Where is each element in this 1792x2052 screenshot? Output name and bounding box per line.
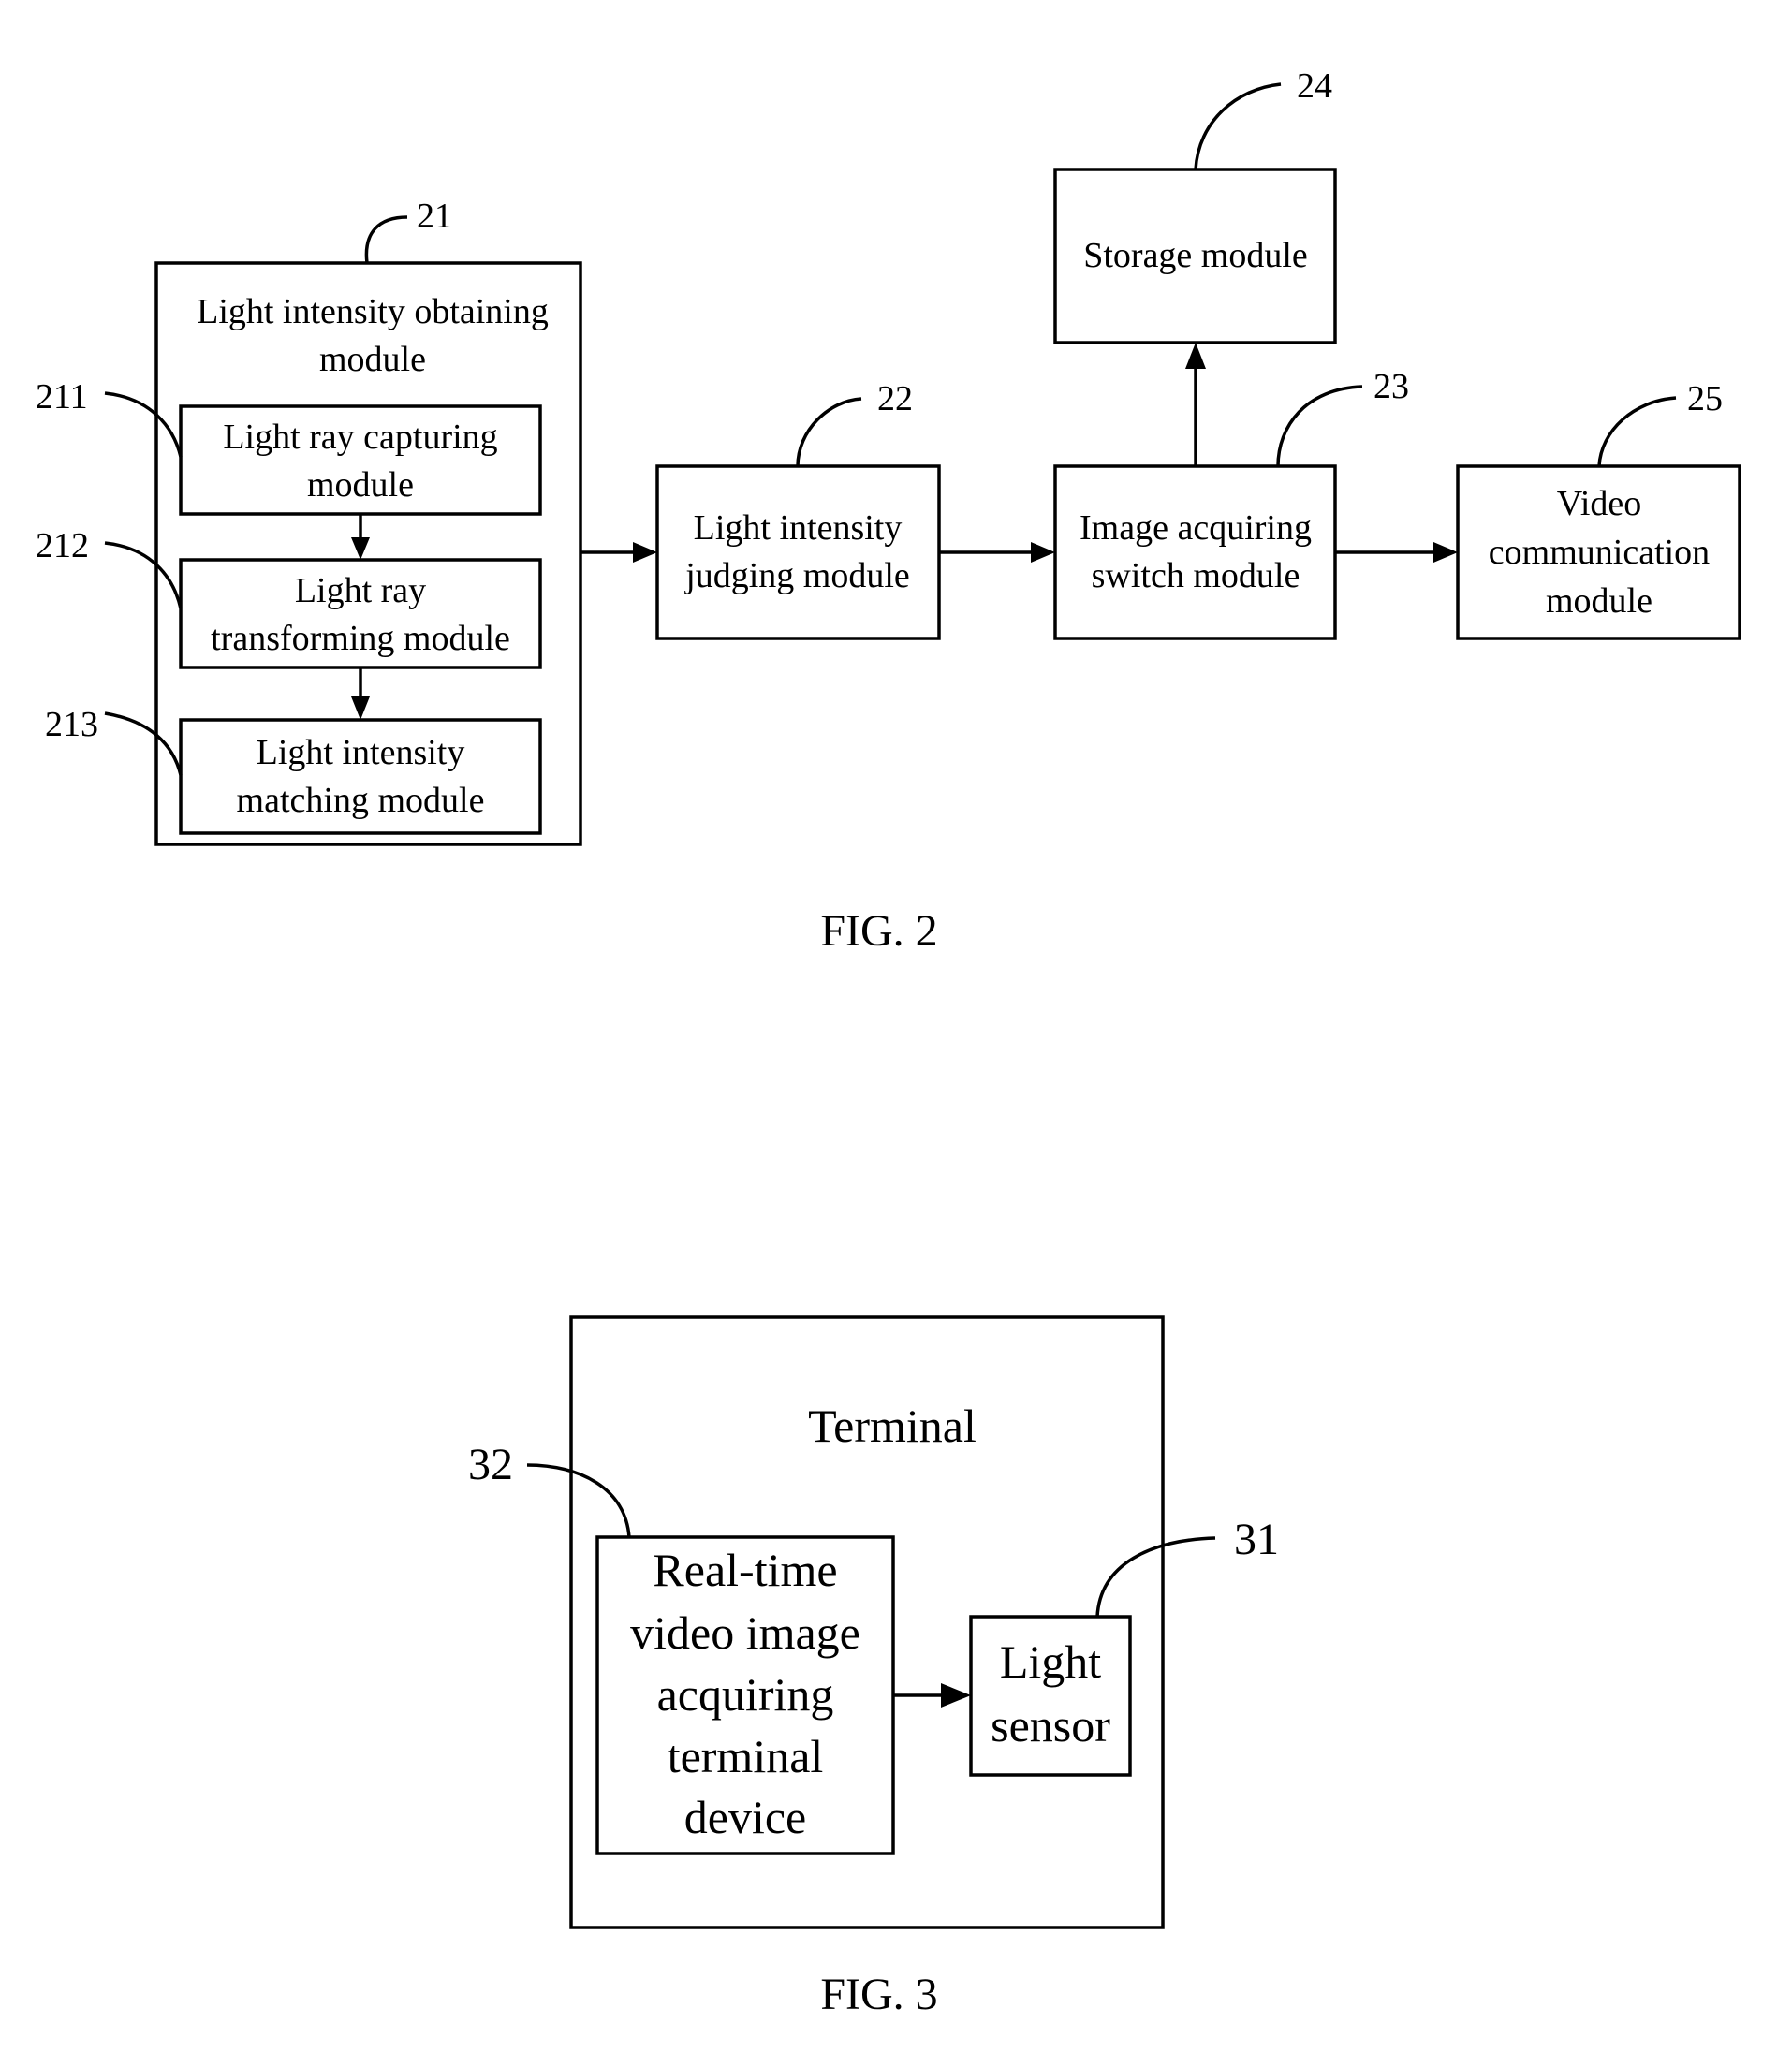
module-213-label-line1: Light intensity xyxy=(257,733,465,772)
module-24-label-line1: Storage module xyxy=(1083,236,1308,275)
module-212-label-line2: transforming module xyxy=(211,619,510,658)
module-22-light-intensity-judging: Light intensity judging module 22 xyxy=(655,379,941,640)
module-23-ref: 23 xyxy=(1373,367,1409,406)
module-25-label-line2: communication xyxy=(1489,533,1710,572)
fig2-caption: FIG. 2 xyxy=(820,906,937,956)
terminal-label: Terminal xyxy=(808,1400,977,1452)
module-25-label-line3: module xyxy=(1546,581,1652,621)
arrow-23-to-25 xyxy=(1335,542,1458,563)
module-22-label-line1: Light intensity xyxy=(694,508,903,548)
arrow-23-to-24 xyxy=(1185,343,1206,466)
module-25-leader-line xyxy=(1597,396,1677,467)
module-25-label-line1: Video xyxy=(1557,484,1642,523)
patent-figures: Light intensity obtaining module 21 Ligh… xyxy=(36,66,1741,2019)
module-21-label-line1: Light intensity obtaining xyxy=(197,292,549,331)
module-25-video-communication: Video communication module 25 xyxy=(1456,379,1741,640)
module-21-label-line2: module xyxy=(319,340,426,379)
module-32-label-line2: video image xyxy=(630,1606,860,1659)
module-32-label-line5: device xyxy=(684,1791,806,1843)
module-22-leader-line xyxy=(796,397,862,467)
module-23-label-line2: switch module xyxy=(1092,556,1300,595)
module-213-label-line2: matching module xyxy=(237,781,485,820)
fig3: Terminal Real-time video image acquiring… xyxy=(468,1315,1279,2019)
module-24-ref: 24 xyxy=(1297,66,1332,106)
module-212-label-line1: Light ray xyxy=(295,571,426,610)
module-25-ref: 25 xyxy=(1687,379,1723,418)
module-212-ref: 212 xyxy=(36,526,89,565)
module-213-ref: 213 xyxy=(45,705,98,744)
module-21-leader-line xyxy=(364,215,408,264)
fig3-caption: FIG. 3 xyxy=(820,1970,937,2019)
module-31-label-line1: Light xyxy=(1000,1635,1101,1688)
arrow-22-to-23-head xyxy=(1031,542,1055,563)
module-211-label-line2: module xyxy=(307,465,414,505)
module-31-ref: 31 xyxy=(1234,1515,1279,1564)
module-24-leader-line xyxy=(1194,82,1282,170)
module-21-ref: 21 xyxy=(417,197,452,236)
module-211-ref: 211 xyxy=(36,377,88,417)
module-22-ref: 22 xyxy=(877,379,913,418)
module-211-label-line1: Light ray capturing xyxy=(223,418,497,457)
arrow-21-to-22-head xyxy=(633,542,657,563)
module-22-box xyxy=(655,464,941,640)
module-23-leader-line xyxy=(1276,385,1363,467)
module-23-box xyxy=(1053,464,1337,640)
module-23-label-line1: Image acquiring xyxy=(1080,508,1312,548)
arrow-21-to-22 xyxy=(580,542,657,563)
arrow-23-to-24-head xyxy=(1185,343,1206,369)
module-31-label-line2: sensor xyxy=(991,1699,1110,1752)
arrow-23-to-25-head xyxy=(1433,542,1458,563)
module-22-label-line2: judging module xyxy=(683,556,910,595)
module-32-label-line4: terminal xyxy=(668,1730,824,1782)
module-32-label-line1: Real-time xyxy=(653,1544,837,1596)
module-32-ref: 32 xyxy=(468,1440,513,1489)
module-213-light-intensity-matching: Light intensity matching module 213 xyxy=(45,705,542,835)
arrow-22-to-23 xyxy=(939,542,1055,563)
module-32-label-line3: acquiring xyxy=(657,1668,834,1721)
module-24-storage: Storage module 24 xyxy=(1053,66,1337,344)
fig2: Light intensity obtaining module 21 Ligh… xyxy=(36,66,1741,956)
module-23-image-acquiring-switch: Image acquiring switch module 23 xyxy=(1053,367,1409,640)
